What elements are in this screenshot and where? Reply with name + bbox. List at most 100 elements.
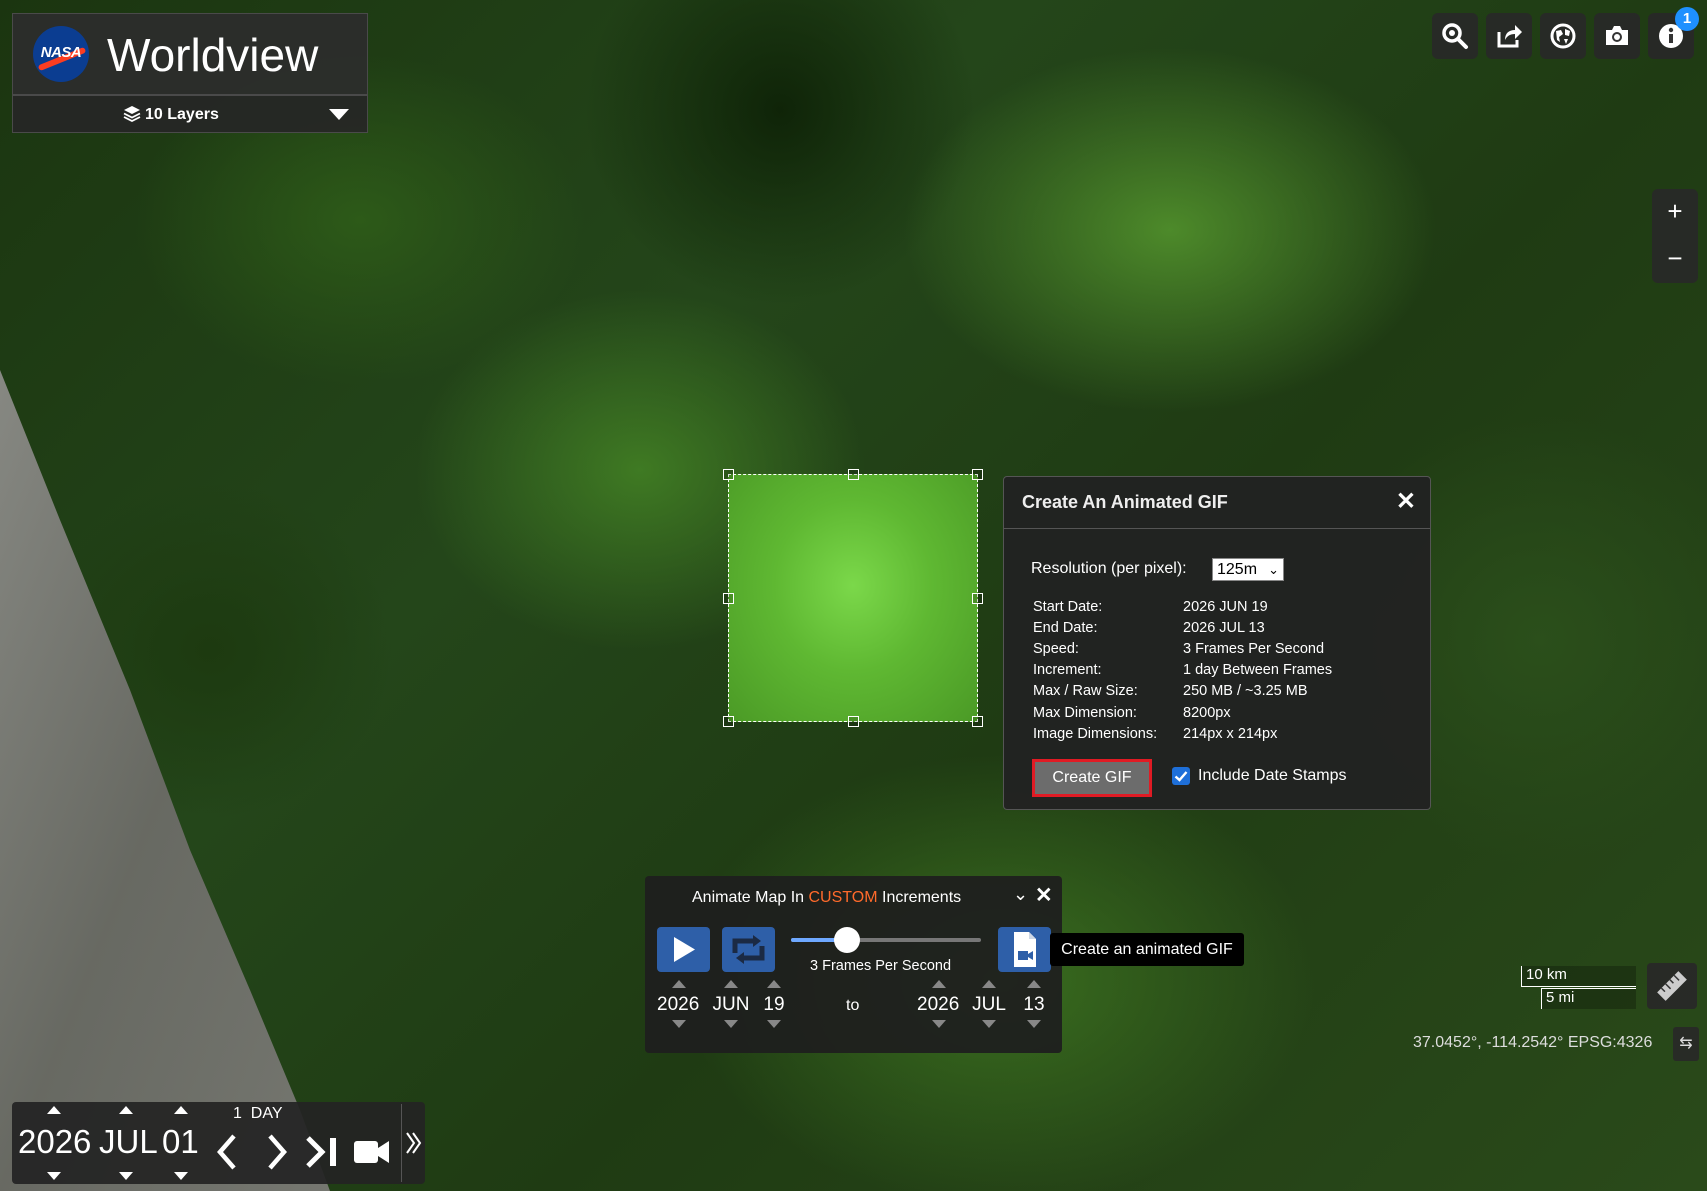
start-month-down[interactable] — [724, 1020, 738, 1028]
timeline-year[interactable]: 2026 — [18, 1123, 91, 1161]
start-day[interactable]: 19 — [757, 994, 791, 1016]
timeline-control: 2026 JUL 01 1 DAY — [12, 1102, 425, 1184]
start-year-down[interactable] — [672, 1020, 686, 1028]
gif-info-key: Max Dimension: — [1033, 705, 1137, 721]
zoom-controls: + − — [1652, 189, 1698, 283]
end-month-up[interactable] — [982, 980, 996, 988]
animation-mode[interactable]: CUSTOM — [809, 889, 878, 906]
ruler-icon — [1657, 971, 1687, 1001]
start-day-up[interactable] — [767, 980, 781, 988]
month-up-arrow[interactable] — [119, 1106, 133, 1114]
start-month[interactable]: JUN — [711, 994, 751, 1016]
share-icon — [1497, 25, 1522, 48]
timeline-month[interactable]: JUL — [99, 1123, 158, 1161]
resize-handle-n[interactable] — [848, 469, 859, 480]
resolution-label: Resolution (per pixel): — [1031, 560, 1187, 577]
start-year[interactable]: 2026 — [657, 994, 699, 1016]
skip-to-now-icon[interactable] — [304, 1132, 342, 1172]
start-month-up[interactable] — [724, 980, 738, 988]
month-down-arrow[interactable] — [119, 1172, 133, 1180]
collapse-chevron-icon[interactable]: ⌄ — [1013, 884, 1028, 905]
gif-info-key: Increment: — [1033, 662, 1102, 678]
animation-panel: Animate Map In CUSTOM Increments ⌄ ✕ 3 F… — [645, 876, 1062, 1053]
chevron-down-icon[interactable] — [329, 109, 349, 120]
gif-info-value: 214px x 214px — [1183, 726, 1278, 742]
zoom-in-button[interactable]: + — [1652, 189, 1698, 236]
layers-icon — [123, 105, 141, 128]
include-date-stamps-label: Include Date Stamps — [1198, 767, 1347, 784]
expand-timeline-icon[interactable] — [404, 1128, 424, 1158]
app-header: NASA Worldview — [12, 13, 368, 95]
day-up-arrow[interactable] — [174, 1106, 188, 1114]
start-year-up[interactable] — [672, 980, 686, 988]
gif-info-key: End Date: — [1033, 620, 1098, 636]
resize-handle-sw[interactable] — [723, 716, 734, 727]
time-increment[interactable]: 1 DAY — [233, 1105, 283, 1123]
include-date-stamps-checkbox[interactable] — [1172, 767, 1190, 785]
chevron-left-icon[interactable] — [212, 1132, 242, 1172]
end-day[interactable]: 13 — [1017, 994, 1051, 1016]
camera-icon — [1606, 26, 1628, 45]
gif-info-value: 8200px — [1183, 705, 1231, 721]
create-gif-tooltip: Create an animated GIF — [1050, 933, 1244, 966]
close-icon[interactable]: ✕ — [1396, 487, 1416, 516]
gif-info-value: 2026 JUN 19 — [1183, 599, 1268, 615]
end-year-down[interactable] — [932, 1020, 946, 1028]
scale-bar: 10 km 5 mi — [1521, 964, 1637, 1010]
chevron-down-icon: ⌄ — [1268, 562, 1279, 577]
end-year-up[interactable] — [932, 980, 946, 988]
gif-info-key: Start Date: — [1033, 599, 1103, 615]
projection-button[interactable] — [1540, 13, 1586, 59]
dialog-header: Create An Animated GIF ✕ — [1004, 477, 1430, 529]
resize-handle-ne[interactable] — [972, 469, 983, 480]
gif-info-value: 3 Frames Per Second — [1183, 641, 1325, 657]
loop-icon — [732, 935, 765, 964]
gif-info-key: Speed: — [1033, 641, 1079, 657]
close-icon[interactable]: ✕ — [1035, 883, 1053, 908]
notification-badge: 1 — [1675, 7, 1699, 31]
to-label: to — [846, 997, 860, 1014]
zoom-out-button[interactable]: − — [1652, 236, 1698, 283]
snapshot-button[interactable] — [1594, 13, 1640, 59]
scale-km: 10 km — [1526, 966, 1567, 983]
nasa-logo[interactable]: NASA — [33, 26, 89, 82]
end-month[interactable]: JUL — [969, 994, 1009, 1016]
year-up-arrow[interactable] — [47, 1106, 61, 1114]
measure-button[interactable] — [1647, 963, 1697, 1009]
scale-mi: 5 mi — [1546, 989, 1575, 1006]
end-day-up[interactable] — [1027, 980, 1041, 988]
end-year[interactable]: 2026 — [917, 994, 959, 1016]
resize-handle-w[interactable] — [723, 593, 734, 604]
gif-info-key: Image Dimensions: — [1033, 726, 1158, 742]
create-gif-dialog: Create An Animated GIF ✕ Resolution (per… — [1003, 476, 1431, 810]
chevron-right-icon[interactable] — [262, 1132, 292, 1172]
loop-button[interactable] — [722, 927, 775, 972]
timeline-day[interactable]: 01 — [162, 1123, 199, 1161]
resize-handle-e[interactable] — [972, 593, 983, 604]
play-button[interactable] — [657, 927, 710, 972]
speed-slider-handle[interactable] — [834, 927, 860, 953]
day-down-arrow[interactable] — [174, 1172, 188, 1180]
resize-handle-s[interactable] — [848, 716, 859, 727]
search-places-button[interactable] — [1432, 13, 1478, 59]
gif-selection-box[interactable] — [723, 469, 983, 727]
resize-handle-se[interactable] — [972, 716, 983, 727]
share-button[interactable] — [1486, 13, 1532, 59]
end-month-down[interactable] — [982, 1020, 996, 1028]
dialog-title: Create An Animated GIF — [1022, 492, 1228, 512]
resolution-value: 125m — [1217, 561, 1258, 578]
create-gif-mode-button[interactable] — [998, 927, 1051, 972]
resolution-select[interactable]: 125m ⌄ — [1212, 558, 1284, 581]
video-camera-icon[interactable] — [352, 1135, 392, 1169]
end-day-down[interactable] — [1027, 1020, 1041, 1028]
layers-toggle[interactable]: 10 Layers — [12, 95, 368, 133]
year-down-arrow[interactable] — [47, 1172, 61, 1180]
swap-coordinate-format-icon[interactable]: ⇆ — [1673, 1027, 1699, 1061]
start-day-down[interactable] — [767, 1020, 781, 1028]
gif-info-value: 1 day Between Frames — [1183, 662, 1333, 678]
create-gif-button[interactable]: Create GIF — [1032, 759, 1152, 797]
file-video-icon — [1014, 932, 1036, 967]
checkmark-icon — [1174, 771, 1188, 782]
resize-handle-nw[interactable] — [723, 469, 734, 480]
gif-info-key: Max / Raw Size: — [1033, 683, 1138, 699]
